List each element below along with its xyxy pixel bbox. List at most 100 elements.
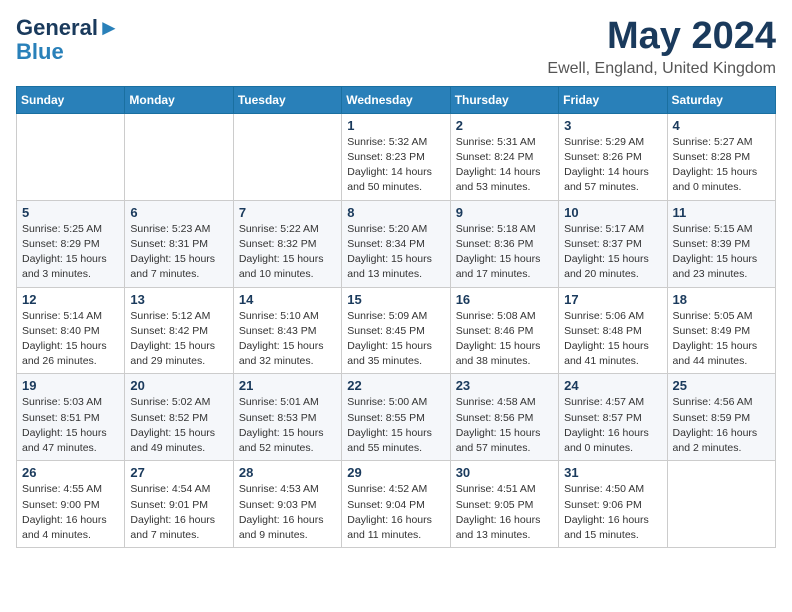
logo: General► Blue [16,16,120,64]
day-number: 21 [239,378,336,393]
day-number: 10 [564,205,661,220]
day-number: 14 [239,292,336,307]
day-info: Sunrise: 5:17 AMSunset: 8:37 PMDaylight:… [564,222,661,283]
calendar-cell: 12 Sunrise: 5:14 AMSunset: 8:40 PMDayligh… [17,287,125,374]
weekday-header-saturday: Saturday [667,86,775,113]
location-subtitle: Ewell, England, United Kingdom [547,60,776,78]
calendar-cell: 20Sunrise: 5:02 AMSunset: 8:52 PMDayligh… [125,374,233,461]
weekday-header-row: SundayMondayTuesdayWednesdayThursdayFrid… [17,86,776,113]
day-info: Sunrise: 5:03 AMSunset: 8:51 PMDaylight:… [22,395,119,456]
weekday-header-sunday: Sunday [17,86,125,113]
day-info: Sunrise: 5:27 AMSunset: 8:28 PMDaylight:… [673,135,770,196]
week-row-3: 12 Sunrise: 5:14 AMSunset: 8:40 PMDayligh… [17,287,776,374]
day-info: Sunrise: 4:58 AMSunset: 8:56 PMDaylight:… [456,395,553,456]
day-number: 20 [130,378,227,393]
day-number: 17 [564,292,661,307]
calendar-cell [17,113,125,200]
calendar-cell: 29Sunrise: 4:52 AMSunset: 9:04 PMDayligh… [342,461,450,548]
weekday-header-tuesday: Tuesday [233,86,341,113]
day-info: Sunrise: 5:29 AMSunset: 8:26 PMDaylight:… [564,135,661,196]
calendar-cell: 5 Sunrise: 5:25 AMSunset: 8:29 PMDaylight… [17,200,125,287]
day-number: 16 [456,292,553,307]
weekday-header-thursday: Thursday [450,86,558,113]
day-number: 13 [130,292,227,307]
calendar-cell: 25Sunrise: 4:56 AMSunset: 8:59 PMDayligh… [667,374,775,461]
day-number: 28 [239,465,336,480]
calendar-cell: 23 Sunrise: 4:58 AMSunset: 8:56 PMDayligh… [450,374,558,461]
day-info: Sunrise: 4:53 AMSunset: 9:03 PMDaylight:… [239,482,336,543]
day-info: Sunrise: 5:25 AMSunset: 8:29 PMDaylight:… [22,222,119,283]
day-number: 9 [456,205,553,220]
day-info: Sunrise: 5:05 AMSunset: 8:49 PMDaylight:… [673,309,770,370]
weekday-header-wednesday: Wednesday [342,86,450,113]
day-number: 26 [22,465,119,480]
day-info: Sunrise: 4:55 AMSunset: 9:00 PMDaylight:… [22,482,119,543]
calendar-cell [667,461,775,548]
title-section: May 2024 Ewell, England, United Kingdom [547,16,776,78]
day-number: 22 [347,378,444,393]
day-info: Sunrise: 5:08 AMSunset: 8:46 PMDaylight:… [456,309,553,370]
calendar-cell: 22 Sunrise: 5:00 AMSunset: 8:55 PMDayligh… [342,374,450,461]
calendar-cell: 10 Sunrise: 5:17 AMSunset: 8:37 PMDayligh… [559,200,667,287]
day-info: Sunrise: 5:18 AMSunset: 8:36 PMDaylight:… [456,222,553,283]
calendar-cell: 26 Sunrise: 4:55 AMSunset: 9:00 PMDayligh… [17,461,125,548]
day-info: Sunrise: 4:56 AMSunset: 8:59 PMDaylight:… [673,395,770,456]
calendar-cell [125,113,233,200]
day-number: 1 [347,118,444,133]
logo-line1: General► [16,16,120,40]
calendar-cell: 4 Sunrise: 5:27 AMSunset: 8:28 PMDaylight… [667,113,775,200]
week-row-5: 26 Sunrise: 4:55 AMSunset: 9:00 PMDayligh… [17,461,776,548]
calendar-cell: 18Sunrise: 5:05 AMSunset: 8:49 PMDayligh… [667,287,775,374]
day-info: Sunrise: 4:54 AMSunset: 9:01 PMDaylight:… [130,482,227,543]
day-info: Sunrise: 5:10 AMSunset: 8:43 PMDaylight:… [239,309,336,370]
day-info: Sunrise: 5:12 AMSunset: 8:42 PMDaylight:… [130,309,227,370]
calendar-cell: 24Sunrise: 4:57 AMSunset: 8:57 PMDayligh… [559,374,667,461]
calendar-cell: 21Sunrise: 5:01 AMSunset: 8:53 PMDayligh… [233,374,341,461]
day-number: 15 [347,292,444,307]
week-row-1: 1Sunrise: 5:32 AMSunset: 8:23 PMDaylight… [17,113,776,200]
day-info: Sunrise: 5:00 AMSunset: 8:55 PMDaylight:… [347,395,444,456]
week-row-2: 5 Sunrise: 5:25 AMSunset: 8:29 PMDaylight… [17,200,776,287]
calendar-cell: 31Sunrise: 4:50 AMSunset: 9:06 PMDayligh… [559,461,667,548]
calendar-cell: 13 Sunrise: 5:12 AMSunset: 8:42 PMDayligh… [125,287,233,374]
day-number: 5 [22,205,119,220]
day-info: Sunrise: 5:31 AMSunset: 8:24 PMDaylight:… [456,135,553,196]
logo-line2: Blue [16,40,64,64]
calendar-cell: 9 Sunrise: 5:18 AMSunset: 8:36 PMDaylight… [450,200,558,287]
calendar-cell: 17 Sunrise: 5:06 AMSunset: 8:48 PMDayligh… [559,287,667,374]
day-info: Sunrise: 5:14 AMSunset: 8:40 PMDaylight:… [22,309,119,370]
day-info: Sunrise: 5:20 AMSunset: 8:34 PMDaylight:… [347,222,444,283]
day-info: Sunrise: 5:06 AMSunset: 8:48 PMDaylight:… [564,309,661,370]
month-year-title: May 2024 [547,16,776,58]
day-number: 4 [673,118,770,133]
calendar-cell: 19Sunrise: 5:03 AMSunset: 8:51 PMDayligh… [17,374,125,461]
day-number: 29 [347,465,444,480]
day-number: 27 [130,465,227,480]
weekday-header-monday: Monday [125,86,233,113]
day-number: 6 [130,205,227,220]
day-number: 30 [456,465,553,480]
calendar-cell: 6Sunrise: 5:23 AMSunset: 8:31 PMDaylight… [125,200,233,287]
calendar-cell [233,113,341,200]
calendar-cell: 15Sunrise: 5:09 AMSunset: 8:45 PMDayligh… [342,287,450,374]
page-header: General► Blue May 2024 Ewell, England, U… [16,16,776,78]
day-number: 23 [456,378,553,393]
day-number: 7 [239,205,336,220]
day-number: 8 [347,205,444,220]
calendar-cell: 2 Sunrise: 5:31 AMSunset: 8:24 PMDaylight… [450,113,558,200]
calendar-cell: 8 Sunrise: 5:20 AMSunset: 8:34 PMDaylight… [342,200,450,287]
day-number: 2 [456,118,553,133]
calendar-cell: 14 Sunrise: 5:10 AMSunset: 8:43 PMDayligh… [233,287,341,374]
calendar-cell: 16 Sunrise: 5:08 AMSunset: 8:46 PMDayligh… [450,287,558,374]
logo-arrow-icon: ► [98,15,120,40]
week-row-4: 19Sunrise: 5:03 AMSunset: 8:51 PMDayligh… [17,374,776,461]
calendar-cell: 1Sunrise: 5:32 AMSunset: 8:23 PMDaylight… [342,113,450,200]
day-info: Sunrise: 4:51 AMSunset: 9:05 PMDaylight:… [456,482,553,543]
calendar-cell: 11Sunrise: 5:15 AMSunset: 8:39 PMDayligh… [667,200,775,287]
calendar-table: SundayMondayTuesdayWednesdayThursdayFrid… [16,86,776,548]
weekday-header-friday: Friday [559,86,667,113]
day-number: 12 [22,292,119,307]
day-info: Sunrise: 5:22 AMSunset: 8:32 PMDaylight:… [239,222,336,283]
day-info: Sunrise: 4:50 AMSunset: 9:06 PMDaylight:… [564,482,661,543]
day-info: Sunrise: 5:15 AMSunset: 8:39 PMDaylight:… [673,222,770,283]
